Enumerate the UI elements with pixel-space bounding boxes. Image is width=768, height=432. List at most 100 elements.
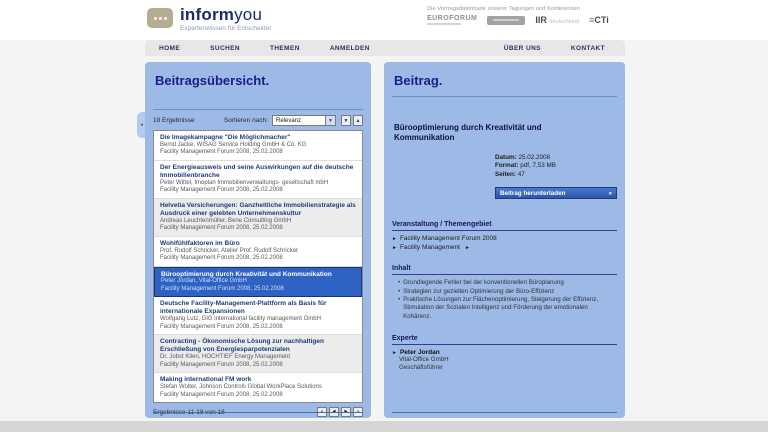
list-item-event: Facility Management Forum 2008, 25.02.20… — [160, 225, 356, 233]
nav-tab[interactable]: ÜBER UNS — [490, 40, 555, 56]
link-arrow-icon: ► — [392, 350, 397, 356]
list-item-author: Peter Jordan, Vital-Office GmbH — [161, 278, 355, 286]
nav-group-right: ÜBER UNSKONTAKT — [490, 40, 621, 56]
section-heading-experte: Experte — [392, 335, 617, 345]
list-item-author: Peter Wittel, Imoplan Immobilienverwaltu… — [160, 180, 356, 188]
partner-badge-logo — [487, 16, 525, 25]
nav-tab[interactable]: ANMELDEN — [316, 40, 384, 56]
list-panel-title: Beitragsübersicht. — [145, 62, 371, 88]
list-item-event: Facility Management Forum 2008, 25.02.20… — [160, 362, 356, 370]
nav-tab[interactable]: SUCHEN — [196, 40, 254, 56]
theme-link[interactable]: ► Facility Management Forum 2008 ► — [392, 235, 617, 242]
partners-caption: Die Vortragsdatenbank unserer Tagungen u… — [427, 6, 637, 12]
nav-tab[interactable]: HOME — [145, 40, 194, 56]
section-heading-veranstaltung: Veranstaltung / Themengebiet — [392, 221, 617, 231]
first-page-button[interactable]: « — [317, 407, 327, 417]
expert-company: Vital-Office GmbH — [399, 356, 617, 364]
list-item-event: Facility Management Forum 2008, 25.02.20… — [160, 187, 356, 195]
expert-link[interactable]: ► Peter Jordan — [392, 349, 617, 356]
pagination-controls: «◄►» — [317, 407, 363, 417]
main-navigation: HOMESUCHENTHEMENANMELDEN ÜBER UNSKONTAKT — [145, 40, 625, 56]
sort-dropdown[interactable]: Relevanz ▼ — [272, 115, 336, 126]
logo-light-part: you — [234, 5, 262, 24]
logo[interactable]: informyou Expertenwissen für Entscheider — [147, 6, 271, 32]
theme-link-label: Facility Management Forum 2008 — [400, 235, 497, 242]
logo-bold-part: inform — [180, 5, 234, 24]
detail-item-title: Bürooptimierung durch Kreativität und Ko… — [384, 97, 569, 144]
pagination-status: Ergebnisse 11-18 von 18 — [153, 409, 317, 416]
list-item[interactable]: Contracting - Ökonomische Lösung zur nac… — [154, 335, 362, 373]
nav-group-left: HOMESUCHENTHEMENANMELDEN — [145, 40, 386, 56]
meta-seiten: Seiten: 47 — [495, 171, 617, 180]
prev-page-button[interactable]: ◄ — [329, 407, 339, 417]
list-item-title: Der Energieausweis und seine Auswirkunge… — [160, 164, 356, 180]
inhalt-bullet: • Praktische Lösungen zur Flächenoptimie… — [398, 296, 617, 321]
meta-format: Format: pdf, 7,53 MB — [495, 162, 617, 171]
theme-link[interactable]: ► Facility Management ► — [392, 244, 617, 251]
list-item-author: Dr. Jobst Klien, HOCHTIEF Energy Managem… — [160, 354, 356, 362]
beitrag-panel: Beitrag. Bürooptimierung durch Kreativit… — [384, 62, 625, 418]
bullet-text: Strategien zur gezielten Optimierung der… — [403, 288, 554, 296]
link-arrow-icon: ► — [392, 245, 397, 251]
expert-role: Geschäftsführer — [399, 364, 617, 372]
page-footer-bar — [0, 421, 768, 432]
list-item-author: Wolfgang Lutz, GIG international facilit… — [160, 316, 356, 324]
download-button[interactable]: Beitrag herunterladen » — [495, 187, 617, 199]
list-item[interactable]: Bürooptimierung durch Kreativität und Ko… — [154, 267, 362, 298]
last-page-button[interactable]: » — [353, 407, 363, 417]
list-item-author: Stefan Wolter, Johnson Controls Global W… — [160, 384, 356, 392]
three-dots-logo-icon — [147, 8, 173, 28]
page-header: informyou Expertenwissen für Entscheider… — [0, 0, 768, 40]
list-item-event: Facility Management Forum 2008, 25.02.20… — [160, 324, 356, 332]
download-arrow-icon: » — [608, 190, 612, 197]
beitragsuebersicht-panel: Beitragsübersicht. 18 Ergebnisse Sortier… — [145, 62, 371, 418]
dropdown-arrow-icon: ▼ — [325, 116, 335, 125]
list-item-event: Facility Management Forum 2008, 25.02.20… — [160, 255, 356, 263]
list-item-author: Andreas Leuchtenmüller, Bene Consulting … — [160, 218, 356, 226]
nav-tab[interactable]: KONTAKT — [557, 40, 619, 56]
download-button-label: Beitrag herunterladen — [500, 190, 565, 197]
list-item[interactable]: Making international FM work Stefan Wolt… — [154, 373, 362, 403]
inhalt-bullet: • Grundlegende Fehler bei der konvention… — [398, 279, 617, 287]
inhalt-bullet-list: • Grundlegende Fehler bei der konvention… — [398, 279, 617, 321]
bullet-icon: • — [398, 279, 400, 287]
theme-link-label: Facility Management — [400, 244, 460, 251]
list-item-title: Deutsche Facility-Management-Plattform a… — [160, 300, 356, 316]
results-list: Die Imagekampagne "Die Möglichmacher" Be… — [153, 130, 363, 403]
list-item[interactable]: Helvetia Versicherungen: Ganzheitliche I… — [154, 199, 362, 237]
logo-tagline: Expertenwissen für Entscheider — [180, 25, 271, 32]
list-item-event: Facility Management Forum 2008, 25.02.20… — [160, 392, 356, 400]
list-item-title: Contracting - Ökonomische Lösung zur nac… — [160, 338, 356, 354]
bullet-icon: • — [398, 296, 400, 321]
list-item-event: Facility Management Forum 2008, 25.02.20… — [160, 149, 356, 157]
list-item-title: Bürooptimierung durch Kreativität und Ko… — [161, 271, 355, 279]
inhalt-bullet: • Strategien zur gezielten Optimierung d… — [398, 288, 617, 296]
expert-name: Peter Jordan — [400, 349, 440, 356]
list-item-title: Helvetia Versicherungen: Ganzheitliche I… — [160, 202, 356, 218]
list-item[interactable]: Die Imagekampagne "Die Möglichmacher" Be… — [154, 131, 362, 161]
cti-logo: ≡CTi — [589, 15, 609, 25]
logo-wordmark: informyou — [180, 6, 271, 23]
sort-ascending-button[interactable]: ▲ — [353, 115, 363, 126]
section-heading-inhalt: Inhalt — [392, 265, 617, 275]
bullet-text: Grundlegende Fehler bei der konventionel… — [403, 279, 564, 287]
list-item-title: Making international FM work — [160, 376, 356, 384]
next-page-button[interactable]: ► — [341, 407, 351, 417]
more-arrow-icon: ► — [465, 245, 470, 251]
list-item[interactable]: Deutsche Facility-Management-Plattform a… — [154, 297, 362, 335]
list-item-author: Prof. Rudolf Schricker, Atelier Prof. Ru… — [160, 248, 356, 256]
list-item-title: Wohlfühlfaktoren im Büro — [160, 240, 356, 248]
detail-panel-title: Beitrag. — [384, 62, 625, 88]
meta-datum: Datum: 25.02.2008 — [495, 154, 617, 163]
nav-tab[interactable]: THEMEN — [256, 40, 314, 56]
partner-logos: Die Vortragsdatenbank unserer Tagungen u… — [427, 6, 637, 25]
sort-dropdown-value: Relevanz — [273, 118, 325, 124]
bullet-text: Praktische Lösungen zur Flächenoptimieru… — [403, 296, 617, 321]
sort-descending-button[interactable]: ▼ — [341, 115, 351, 126]
list-item[interactable]: Wohlfühlfaktoren im Büro Prof. Rudolf Sc… — [154, 237, 362, 267]
list-item-title: Die Imagekampagne "Die Möglichmacher" — [160, 134, 356, 142]
list-item-event: Facility Management Forum 2008, 25.02.20… — [161, 286, 355, 294]
bullet-icon: • — [398, 288, 400, 296]
list-item[interactable]: Der Energieausweis und seine Auswirkunge… — [154, 161, 362, 199]
collapse-arrow-icon: ◄ — [139, 122, 144, 128]
